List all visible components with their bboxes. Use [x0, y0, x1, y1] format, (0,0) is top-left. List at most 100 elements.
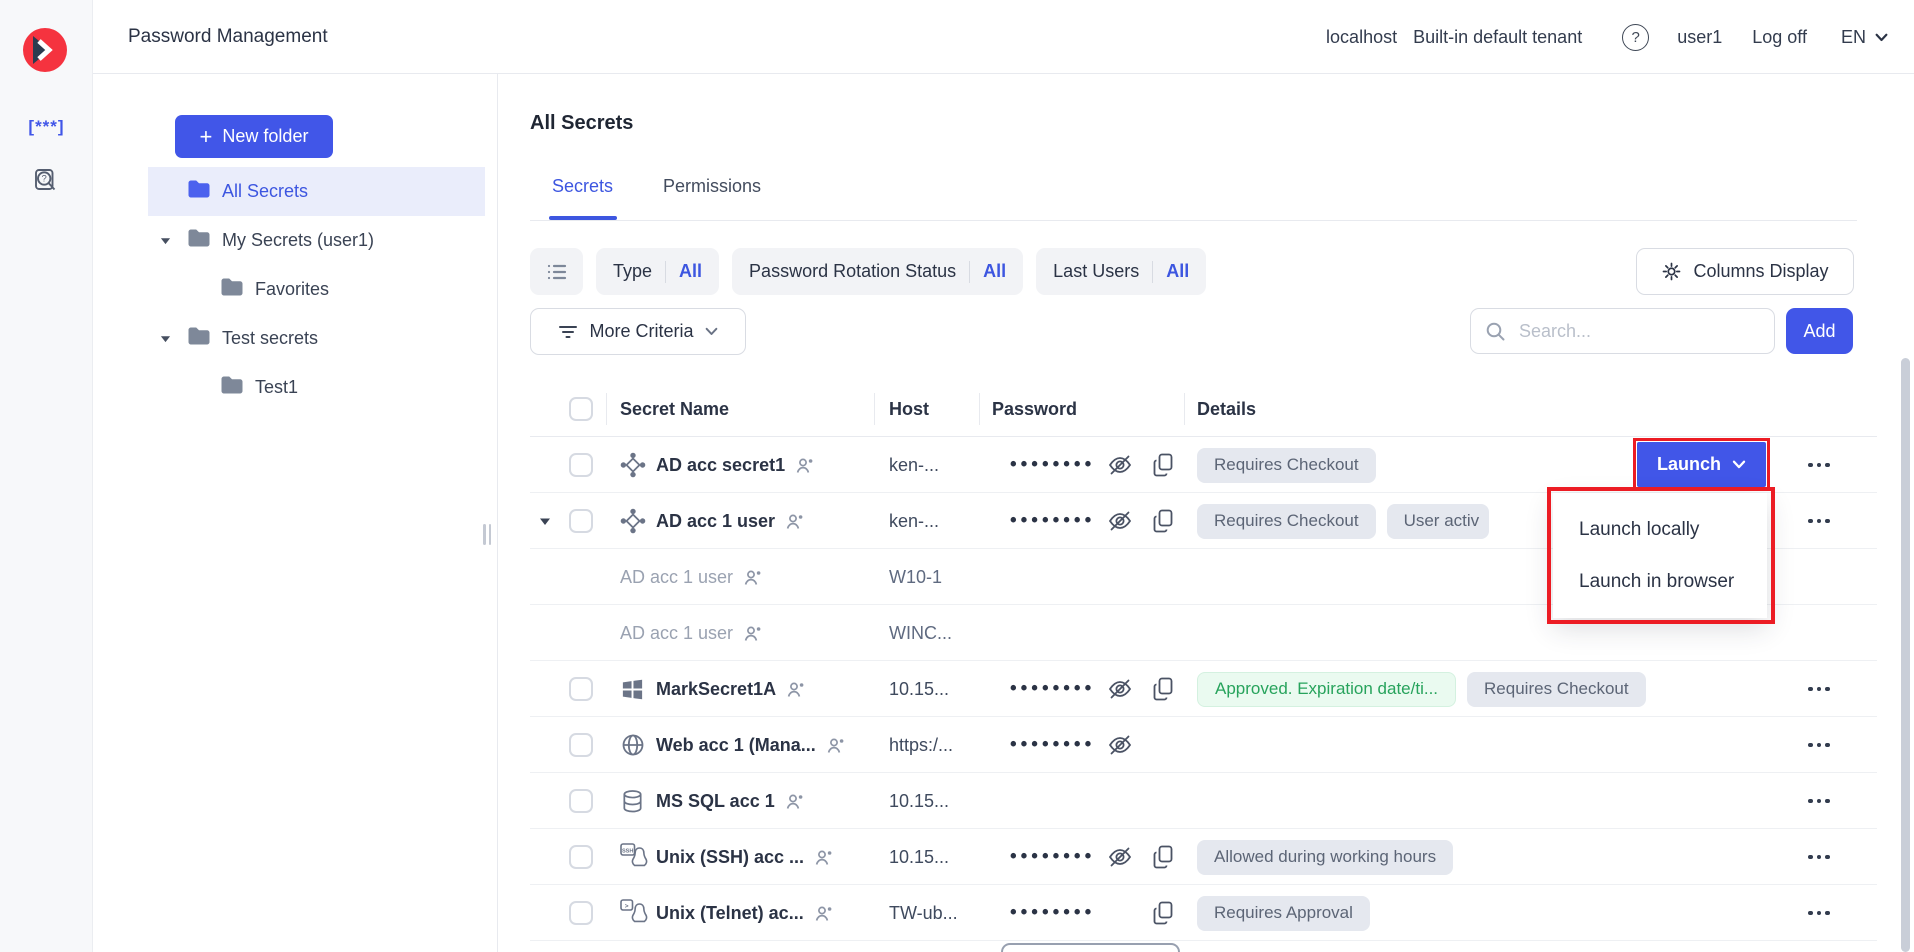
page-title: All Secrets: [530, 112, 633, 135]
tree-caret-icon[interactable]: [159, 230, 172, 251]
brand-logo[interactable]: [23, 28, 67, 72]
row-actions-button[interactable]: [1802, 661, 1836, 717]
filter-pill-last-users[interactable]: Last UsersAll: [1036, 248, 1206, 295]
tree-item-all-secrets[interactable]: All Secrets: [148, 167, 485, 216]
shared-user-icon: [785, 792, 805, 810]
eye-off-icon[interactable]: [1107, 829, 1133, 885]
tree-item-my-secrets-user1[interactable]: My Secrets (user1): [148, 216, 485, 265]
row-checkbox[interactable]: [569, 733, 593, 757]
ellipsis-icon: [1806, 513, 1832, 530]
gear-icon: [1661, 261, 1682, 282]
row-checkbox-cell: [569, 661, 593, 717]
tab-secrets[interactable]: Secrets: [552, 176, 613, 197]
tree-item-test-secrets[interactable]: Test secrets: [148, 314, 485, 363]
secret-name-cell[interactable]: AD acc 1 user: [620, 549, 763, 605]
secret-name-cell[interactable]: MarkSecret1A: [656, 661, 806, 717]
secret-name: MS SQL acc 1: [656, 791, 775, 812]
password-dots: ••••••••: [1010, 493, 1095, 549]
status-badge: Requires Checkout: [1197, 448, 1376, 483]
tree-item-test1[interactable]: Test1: [148, 363, 485, 412]
copy-icon[interactable]: [1151, 829, 1175, 885]
shared-user-icon: [785, 512, 805, 530]
search-input[interactable]: [1517, 320, 1760, 343]
tab-permissions[interactable]: Permissions: [663, 176, 761, 197]
expand-caret-icon[interactable]: [538, 493, 552, 549]
details-cell: Requires Approval: [1197, 885, 1370, 941]
secret-name-cell[interactable]: AD acc secret1: [656, 437, 815, 493]
row-checkbox[interactable]: [569, 677, 593, 701]
eye-off-icon[interactable]: [1107, 493, 1133, 549]
language-label: EN: [1841, 27, 1866, 48]
help-button[interactable]: ?: [1622, 24, 1649, 51]
add-secret-button[interactable]: Add: [1786, 308, 1853, 354]
eye-off-icon[interactable]: [1107, 437, 1133, 493]
host-cell: https:/...: [889, 717, 953, 773]
secret-name-cell[interactable]: Unix (Telnet) ac...: [656, 885, 834, 941]
select-all-checkbox[interactable]: [569, 397, 593, 421]
host-cell: W10-1: [889, 549, 942, 605]
details-cell: Approved. Expiration date/ti...Requires …: [1197, 661, 1646, 717]
filter-value: All: [679, 261, 702, 282]
filter-pill-type[interactable]: Type All: [596, 248, 719, 295]
row-checkbox[interactable]: [569, 509, 593, 533]
column-header-host[interactable]: Host: [889, 381, 929, 437]
tree-caret-icon[interactable]: [159, 328, 172, 349]
row-checkbox[interactable]: [569, 845, 593, 869]
list-view-button[interactable]: [530, 248, 583, 295]
secret-name: MarkSecret1A: [656, 679, 776, 700]
eye-off-icon[interactable]: [1107, 717, 1133, 773]
secret-name-cell[interactable]: AD acc 1 user: [620, 605, 763, 661]
secret-name-cell[interactable]: Web acc 1 (Mana...: [656, 717, 846, 773]
host-cell: ken-...: [889, 493, 939, 549]
row-checkbox[interactable]: [569, 789, 593, 813]
copy-icon[interactable]: [1151, 661, 1175, 717]
filter-value: All: [983, 261, 1006, 282]
secret-name: Unix (Telnet) ac...: [656, 903, 804, 924]
row-actions-button[interactable]: [1802, 829, 1836, 885]
copy-icon[interactable]: [1151, 437, 1175, 493]
unix-ssh-icon: SSH: [620, 829, 650, 885]
panel-resize-handle[interactable]: [483, 524, 491, 545]
shared-user-icon: [743, 568, 763, 586]
row-actions-button[interactable]: [1802, 885, 1836, 941]
row-checkbox-cell: [569, 829, 593, 885]
new-folder-button[interactable]: + New folder: [175, 115, 333, 158]
password-dots: ••••••••: [1010, 885, 1095, 941]
more-criteria-button[interactable]: More Criteria: [530, 308, 746, 355]
row-checkbox-cell: [569, 773, 593, 829]
filter-lines-icon: [558, 322, 578, 342]
folder-icon: [187, 326, 211, 351]
secret-name-cell[interactable]: AD acc 1 user: [656, 493, 805, 549]
secret-name-cell[interactable]: MS SQL acc 1: [656, 773, 805, 829]
tree-item-favorites[interactable]: Favorites: [148, 265, 485, 314]
column-header-details[interactable]: Details: [1197, 381, 1256, 437]
host-cell: TW-ub...: [889, 885, 958, 941]
column-header-password[interactable]: Password: [992, 381, 1077, 437]
ellipsis-icon: [1806, 849, 1832, 866]
search-question-icon[interactable]: ?: [33, 168, 60, 201]
language-selector[interactable]: EN: [1841, 27, 1888, 48]
logoff-button[interactable]: Log off: [1752, 27, 1807, 48]
tree-item-label: All Secrets: [222, 181, 308, 202]
table-row: SSHUnix (SSH) acc ...10.15...••••••••All…: [530, 829, 1877, 885]
search-box: [1470, 308, 1775, 354]
columns-display-button[interactable]: Columns Display: [1636, 248, 1854, 295]
column-header-secret-name[interactable]: Secret Name: [620, 381, 729, 437]
filter-label: Type: [613, 261, 652, 282]
row-actions-button[interactable]: [1802, 717, 1836, 773]
copy-icon[interactable]: [1151, 493, 1175, 549]
password-brackets-icon[interactable]: [***]: [0, 117, 93, 137]
row-actions-button[interactable]: [1802, 493, 1836, 549]
eye-off-icon[interactable]: [1107, 661, 1133, 717]
row-checkbox[interactable]: [569, 901, 593, 925]
copy-icon[interactable]: [1151, 885, 1175, 941]
secret-name-cell[interactable]: Unix (SSH) acc ...: [656, 829, 834, 885]
row-actions-button[interactable]: [1802, 773, 1836, 829]
filter-pill-password-rotation-status[interactable]: Password Rotation StatusAll: [732, 248, 1023, 295]
status-badge: Requires Checkout: [1197, 504, 1376, 539]
row-checkbox[interactable]: [569, 453, 593, 477]
row-actions-button[interactable]: [1802, 437, 1836, 493]
vertical-scrollbar[interactable]: [1901, 358, 1910, 952]
user-menu[interactable]: user1: [1677, 27, 1722, 48]
host-cell: ken-...: [889, 437, 939, 493]
